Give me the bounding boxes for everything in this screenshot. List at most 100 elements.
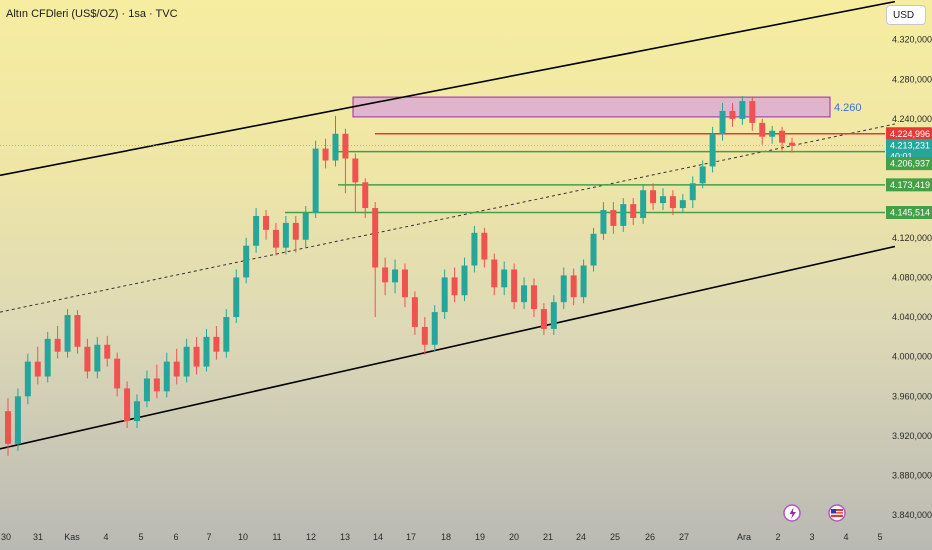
time-tick-label: 11	[272, 532, 281, 542]
flash-event-icon[interactable]	[783, 504, 801, 522]
resistance-zone-layer: 4.260	[352, 96, 862, 118]
candle-body	[243, 245, 250, 278]
candle-body	[501, 269, 508, 288]
candle-body	[659, 196, 666, 204]
channel-layer	[0, 0, 896, 450]
candle-body	[183, 346, 190, 377]
candle-body	[580, 265, 587, 298]
candle-body	[640, 190, 647, 218]
candle-body	[530, 285, 537, 310]
candle-body	[590, 233, 597, 266]
time-tick-label: 4	[103, 532, 108, 542]
candle-body	[570, 275, 577, 298]
time-tick-label: Ara	[737, 532, 751, 542]
candle-body	[203, 336, 210, 367]
candle-body	[153, 378, 160, 392]
candle-body	[382, 267, 389, 283]
candle-body	[213, 336, 220, 352]
candle-body	[689, 183, 696, 201]
candle-body	[699, 166, 706, 184]
candle-body	[134, 401, 141, 422]
candle-body	[44, 338, 51, 377]
time-tick-label: 20	[509, 532, 519, 542]
candle-body	[312, 148, 319, 214]
candle-body	[709, 133, 716, 167]
price-tick-label: 3.920,000	[892, 431, 932, 441]
price-tag-label: 4.213,231	[890, 140, 930, 150]
time-tick-label: 24	[576, 532, 586, 542]
candle-body	[779, 130, 786, 143]
candle-body	[253, 215, 260, 246]
candle-body	[521, 285, 528, 303]
candle-body	[729, 110, 736, 119]
candle-body	[163, 361, 170, 392]
candle-body	[54, 338, 61, 352]
time-tick-label: 12	[306, 532, 316, 542]
candle-body	[600, 210, 607, 234]
price-tick-label: 4.120,000	[892, 233, 932, 243]
candle-body	[34, 361, 41, 377]
time-tick-label: 14	[373, 532, 383, 542]
price-tick-label: 4.320,000	[892, 35, 932, 45]
time-tick-label: 19	[475, 532, 485, 542]
candle-body	[342, 133, 349, 159]
candle-body	[431, 312, 438, 345]
time-tick-label: 7	[206, 532, 211, 542]
candle-body	[421, 326, 428, 345]
candle-body	[401, 269, 408, 298]
price-axis: 4.320,000 4.280,000 4.240,000 4.120,000 4.08…	[892, 35, 932, 521]
candle-body	[124, 388, 131, 422]
candle-body	[302, 213, 309, 240]
time-tick-label: 10	[238, 532, 248, 542]
price-tag-label: 4.173,419	[890, 180, 930, 190]
candle-body	[540, 309, 547, 329]
candle-body	[193, 346, 200, 367]
time-tick-label: 6	[173, 532, 178, 542]
resistance-zone-label: 4.260	[834, 102, 862, 114]
candle-body	[739, 101, 746, 119]
candle-body	[471, 232, 478, 266]
time-tick-label: 13	[340, 532, 350, 542]
time-tick-label: 4	[843, 532, 848, 542]
price-tick-label: 4.280,000	[892, 74, 932, 84]
us-flag-event-icon[interactable]	[828, 504, 846, 522]
candle-body	[74, 315, 81, 347]
candle-body	[143, 378, 150, 402]
time-tick-label: 2	[775, 532, 780, 542]
candle-body	[233, 277, 240, 318]
price-tick-label: 3.880,000	[892, 471, 932, 481]
time-tick-label: 31	[33, 532, 43, 542]
candle-body	[511, 269, 518, 303]
candle-body	[550, 302, 557, 329]
candle-body	[64, 315, 71, 352]
price-tick-label: 4.080,000	[892, 272, 932, 282]
candle-body	[272, 229, 279, 248]
time-tick-label: 18	[441, 532, 451, 542]
candle-body	[789, 142, 795, 146]
candle-body	[292, 222, 299, 240]
price-chart[interactable]: 4.260 4.320,000 4.280,000 4.240,000 4.120,0…	[0, 0, 932, 550]
candle-body	[104, 344, 111, 359]
candle-body	[769, 130, 776, 137]
candle-body	[610, 210, 617, 226]
candle-body	[14, 396, 21, 444]
time-tick-label: 26	[645, 532, 655, 542]
time-tick-label: 25	[610, 532, 620, 542]
time-tick-label: 27	[679, 532, 689, 542]
price-tick-label: 4.000,000	[892, 352, 932, 362]
candle-body	[5, 411, 11, 444]
candle-body	[392, 269, 399, 283]
candle-body	[491, 259, 498, 288]
price-tag-label: 4.206,937	[890, 159, 930, 169]
candle-body	[322, 148, 329, 161]
time-tick-label: 5	[877, 532, 882, 542]
candle-body	[114, 358, 121, 389]
candle-body	[451, 277, 458, 296]
time-tick-label: Kas	[64, 532, 80, 542]
price-tick-label: 3.960,000	[892, 391, 932, 401]
candle-body	[24, 361, 31, 397]
time-tick-label: 17	[406, 532, 416, 542]
time-tick-label: 21	[543, 532, 553, 542]
candle-body	[352, 158, 359, 183]
candle-body	[461, 265, 468, 296]
